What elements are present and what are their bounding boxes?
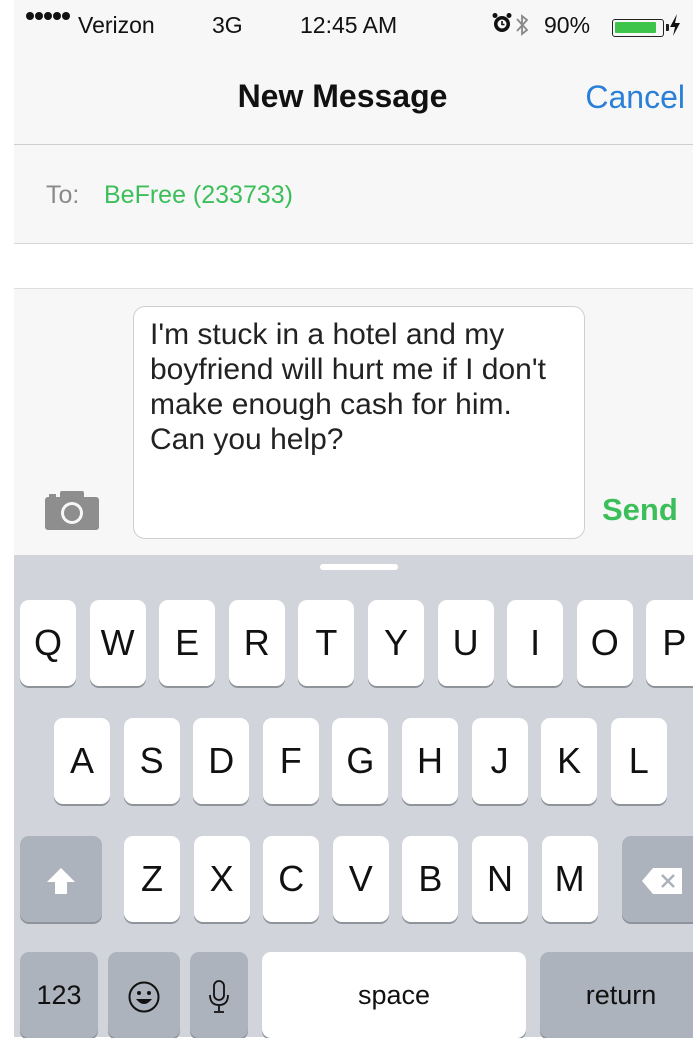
battery-percent: 90% <box>544 12 591 38</box>
key-i[interactable]: I <box>507 600 564 686</box>
alarm-icon <box>492 12 512 40</box>
key-r[interactable]: R <box>228 600 285 686</box>
key-q[interactable]: Q <box>20 600 76 686</box>
key-c[interactable]: C <box>263 836 320 922</box>
key-t[interactable]: T <box>298 600 355 686</box>
microphone-icon <box>209 980 229 1014</box>
key-u[interactable]: U <box>437 600 494 686</box>
battery-fill <box>615 22 656 33</box>
key-n[interactable]: N <box>472 836 528 922</box>
key-j[interactable]: J <box>471 718 528 804</box>
status-bar: Verizon 3G 12:45 AM 90% <box>14 0 693 56</box>
signal-dots-icon <box>26 12 71 39</box>
emoji-key[interactable] <box>108 952 180 1038</box>
cancel-button[interactable]: Cancel <box>585 79 685 116</box>
shift-key[interactable] <box>20 836 102 922</box>
network-type: 3G <box>212 12 243 38</box>
keyboard-handle[interactable] <box>320 564 398 570</box>
shift-icon <box>47 868 75 895</box>
carrier-name: Verizon <box>78 12 155 38</box>
key-l[interactable]: L <box>610 718 667 804</box>
charging-bolt-icon <box>668 12 682 44</box>
camera-button[interactable] <box>44 489 100 531</box>
key-y[interactable]: Y <box>368 600 424 686</box>
key-v[interactable]: V <box>332 836 389 922</box>
message-input[interactable]: I'm stuck in a hotel and my boyfriend wi… <box>133 306 585 539</box>
return-key[interactable]: return <box>540 952 693 1038</box>
bluetooth-icon <box>514 12 530 45</box>
key-b[interactable]: B <box>402 836 459 922</box>
microphone-key[interactable] <box>190 952 248 1038</box>
space-key[interactable]: space <box>262 952 526 1038</box>
key-f[interactable]: F <box>262 718 319 804</box>
key-e[interactable]: E <box>159 600 216 686</box>
key-d[interactable]: D <box>193 718 250 804</box>
recipient-name[interactable]: BeFree (233733) <box>104 181 293 210</box>
key-g[interactable]: G <box>332 718 389 804</box>
status-time: 12:45 AM <box>300 12 398 38</box>
to-label: To: <box>46 181 80 209</box>
key-z[interactable]: Z <box>124 836 180 922</box>
key-a[interactable]: A <box>54 718 110 804</box>
conversation-area <box>14 244 693 289</box>
send-button[interactable]: Send <box>602 492 678 528</box>
key-p[interactable]: P <box>646 600 693 686</box>
key-x[interactable]: X <box>193 836 250 922</box>
emoji-icon <box>128 981 160 1013</box>
key-o[interactable]: O <box>576 600 633 686</box>
recipient-field[interactable]: To: BeFree (233733) <box>14 145 693 244</box>
numbers-key[interactable]: 123 <box>20 952 98 1038</box>
key-m[interactable]: M <box>541 836 598 922</box>
compose-bar: I'm stuck in a hotel and my boyfriend wi… <box>14 289 693 555</box>
key-h[interactable]: H <box>402 718 458 804</box>
key-s[interactable]: S <box>123 718 180 804</box>
delete-icon <box>642 868 682 895</box>
battery-icon <box>612 19 669 37</box>
camera-icon <box>45 491 99 530</box>
keyboard: QWERTYUIOP ASDFGHJKL ZXCVBNM 123 space ret… <box>14 555 693 1038</box>
nav-bar: New Message Cancel <box>14 56 693 145</box>
delete-key[interactable] <box>622 836 693 922</box>
key-k[interactable]: K <box>541 718 598 804</box>
key-w[interactable]: W <box>89 600 146 686</box>
